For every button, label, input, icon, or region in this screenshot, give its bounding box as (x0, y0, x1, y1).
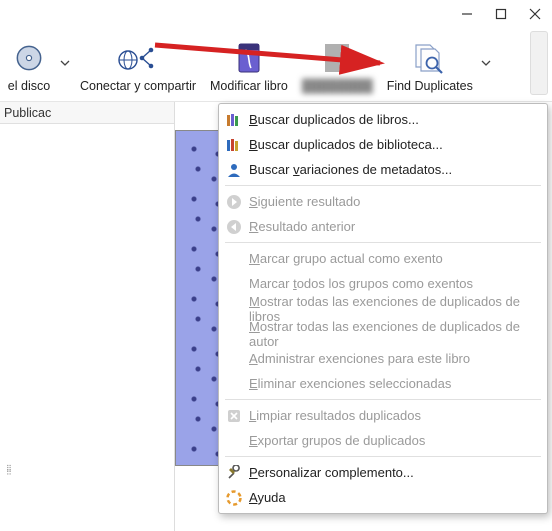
menu-separator (225, 399, 541, 400)
column-resize-handle[interactable] (168, 102, 174, 123)
column-header-label: Publicac (4, 106, 51, 120)
menu-label: Limpiar resultados duplicados (249, 408, 421, 423)
find-duplicates-menu: Buscar duplicados de libros... Buscar du… (218, 103, 548, 514)
arrow-right-circle-icon (225, 193, 243, 211)
find-duplicates-button[interactable]: Find Duplicates (381, 36, 479, 95)
menu-label: Marcar todos los grupos como exentos (249, 276, 473, 291)
book-edit-icon (234, 38, 264, 78)
connect-share-label: Conectar y compartir (80, 79, 196, 93)
blurred-label: ████████ (302, 79, 373, 93)
close-button[interactable] (518, 0, 552, 28)
menu-marcar-todos-exentos: Marcar todos los grupos como exentos (219, 271, 547, 296)
find-duplicates-dropdown[interactable] (479, 56, 493, 71)
globe-share-icon (118, 38, 158, 78)
menu-label: Buscar duplicados de biblioteca... (249, 137, 443, 152)
menu-separator (225, 242, 541, 243)
disk-icon (15, 38, 43, 78)
find-duplicates-icon (412, 38, 448, 78)
menu-label: Personalizar complemento... (249, 465, 414, 480)
menu-label: Resultado anterior (249, 219, 355, 234)
menu-label: Mostrar todas las exenciones de duplicad… (249, 319, 539, 349)
minimize-button[interactable] (450, 0, 484, 28)
main-toolbar: el disco Conectar y compartir (0, 28, 552, 102)
splitter-grip[interactable]: ⠿⠿ (6, 467, 14, 475)
tools-icon (225, 464, 243, 482)
maximize-button[interactable] (484, 0, 518, 28)
edit-book-button[interactable]: Modificar libro (204, 36, 294, 95)
help-icon (225, 489, 243, 507)
save-disk-button[interactable]: el disco (0, 36, 58, 95)
find-duplicates-label: Find Duplicates (387, 79, 473, 93)
toolbar-scrollbar[interactable] (530, 31, 548, 95)
menu-eliminar-exenciones: Eliminar exenciones seleccionadas (219, 371, 547, 396)
menu-limpiar-resultados: Limpiar resultados duplicados (219, 403, 547, 428)
menu-label: Administrar exenciones para este libro (249, 351, 470, 366)
list-column: Publicac ⠿⠿ (0, 102, 175, 531)
menu-mostrar-exenciones-libros: Mostrar todas las exenciones de duplicad… (219, 296, 547, 321)
menu-label: Buscar duplicados de libros... (249, 112, 419, 127)
menu-label: Exportar grupos de duplicados (249, 433, 425, 448)
menu-exportar-grupos: Exportar grupos de duplicados (219, 428, 547, 453)
menu-personalizar-complemento[interactable]: Personalizar complemento... (219, 460, 547, 485)
library-icon (225, 136, 243, 154)
edit-book-label: Modificar libro (210, 79, 288, 93)
menu-mostrar-exenciones-autor: Mostrar todas las exenciones de duplicad… (219, 321, 547, 346)
arrow-left-circle-icon (225, 218, 243, 236)
menu-label: Eliminar exenciones seleccionadas (249, 376, 451, 391)
menu-label: Buscar variaciones de metadatos... (249, 162, 452, 177)
menu-buscar-variaciones-metadatos[interactable]: Buscar variaciones de metadatos... (219, 157, 547, 182)
clear-icon (225, 407, 243, 425)
menu-separator (225, 456, 541, 457)
menu-label: Siguiente resultado (249, 194, 360, 209)
save-disk-label: el disco (8, 79, 50, 93)
menu-resultado-anterior: Resultado anterior (219, 214, 547, 239)
books-icon (225, 111, 243, 129)
menu-separator (225, 185, 541, 186)
menu-buscar-duplicados-libros[interactable]: Buscar duplicados de libros... (219, 107, 547, 132)
menu-label: Ayuda (249, 490, 286, 505)
menu-ayuda[interactable]: Ayuda (219, 485, 547, 510)
blurred-button[interactable]: ████████ (296, 36, 379, 95)
menu-administrar-exenciones: Administrar exenciones para este libro (219, 346, 547, 371)
save-disk-dropdown[interactable] (58, 56, 72, 71)
person-icon (225, 161, 243, 179)
menu-marcar-grupo-exento: Marcar grupo actual como exento (219, 246, 547, 271)
connect-share-button[interactable]: Conectar y compartir (74, 36, 202, 95)
blurred-icon (322, 38, 352, 78)
window-titlebar (0, 0, 552, 28)
column-header-publicac[interactable]: Publicac (0, 102, 174, 124)
menu-siguiente-resultado: Siguiente resultado (219, 189, 547, 214)
menu-label: Marcar grupo actual como exento (249, 251, 443, 266)
menu-buscar-duplicados-biblioteca[interactable]: Buscar duplicados de biblioteca... (219, 132, 547, 157)
